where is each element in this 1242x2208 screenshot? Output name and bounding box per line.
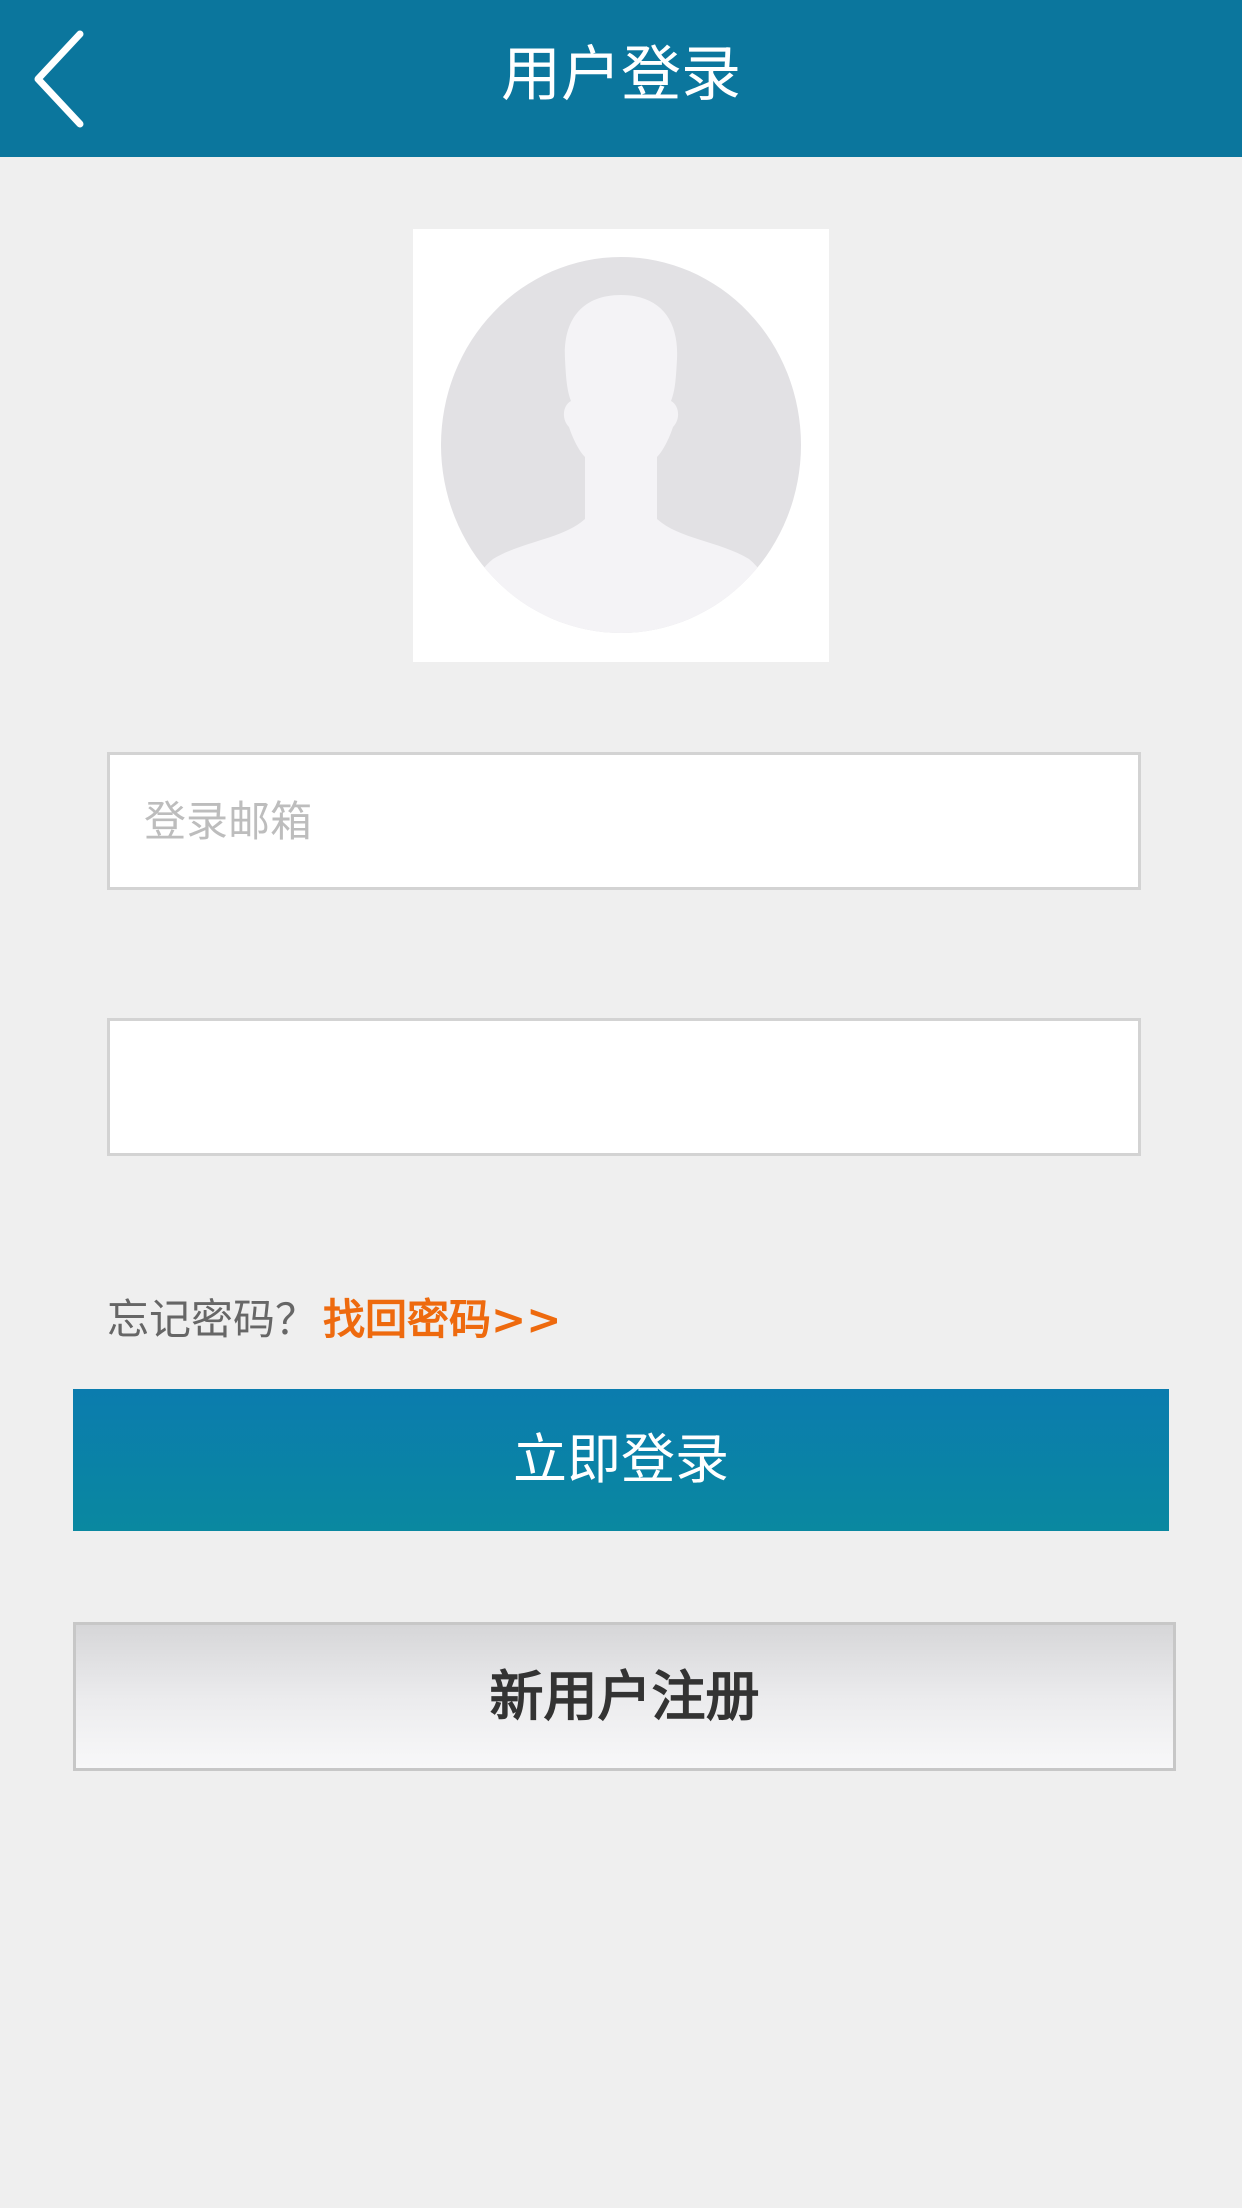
avatar[interactable] (413, 229, 829, 662)
forgot-password-prompt: 忘记密码？ (107, 1295, 318, 1344)
forgot-password-row: 忘记密码？ 找回密码>> (107, 1290, 561, 1350)
page-title: 用户登录 (501, 40, 741, 110)
email-field[interactable] (107, 752, 1141, 890)
recover-password-link[interactable]: 找回密码>> (323, 1295, 561, 1344)
login-button[interactable]: 立即登录 (73, 1389, 1169, 1531)
app-header: 用户登录 (0, 0, 1242, 157)
default-user-avatar-icon (441, 257, 801, 633)
register-button[interactable]: 新用户注册 (73, 1622, 1176, 1771)
password-field[interactable] (107, 1018, 1141, 1156)
